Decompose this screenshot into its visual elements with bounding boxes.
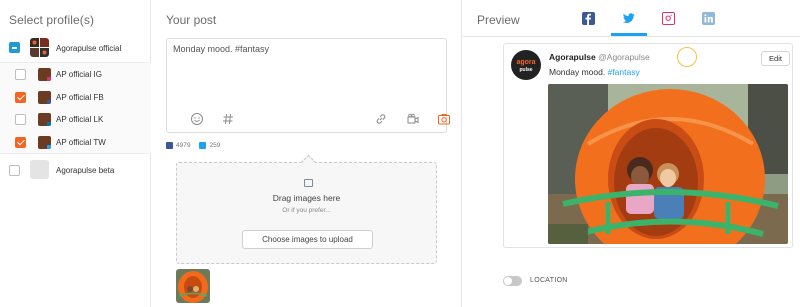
profile-label: AP official TW	[56, 138, 106, 147]
linkedin-icon	[702, 12, 715, 25]
post-header: Your post	[166, 13, 217, 27]
profile-row-tw[interactable]: AP official TW	[0, 132, 151, 154]
uploaded-image-thumbnail[interactable]	[176, 269, 210, 303]
profile-row-ig[interactable]: AP official IG	[0, 64, 151, 86]
profile-group-agorapulse-beta[interactable]: Agorapulse beta	[0, 159, 151, 182]
tweet-text-plain: Monday mood.	[549, 67, 608, 77]
twitter-count: 259	[209, 141, 221, 149]
group-checkbox[interactable]	[9, 165, 20, 176]
group-label: Agorapulse official	[56, 44, 122, 53]
video-icon[interactable]	[406, 112, 420, 126]
avatar-logo-bottom: pulse	[519, 67, 533, 73]
profile-avatar	[38, 113, 51, 126]
camera-icon[interactable]	[437, 112, 451, 126]
tweet-author-name: Agorapulse	[549, 52, 596, 62]
profile-group-agorapulse-official[interactable]: Agorapulse official	[0, 37, 151, 60]
dropzone-title: Drag images here	[272, 193, 341, 203]
composer-toolbar	[167, 106, 450, 132]
cursor-indicator	[677, 47, 697, 67]
edit-button[interactable]: Edit	[761, 51, 790, 66]
profile-checkbox[interactable]	[15, 137, 26, 148]
post-text[interactable]: Monday mood. #fantasy	[173, 44, 269, 54]
post-textarea[interactable]: Monday mood. #fantasy	[166, 38, 450, 133]
tab-instagram[interactable]	[649, 6, 689, 36]
instagram-icon	[47, 77, 51, 81]
tweet-author-handle: @Agorapulse	[598, 52, 650, 62]
facebook-icon	[166, 141, 173, 149]
profiles-panel: Select profile(s) Agorapulse official AP…	[0, 0, 151, 307]
image-dropzone[interactable]: Drag images here Or if you prefer... Cho…	[176, 162, 437, 264]
group-avatar	[30, 38, 49, 57]
hashtag-icon[interactable]	[221, 112, 235, 126]
twitter-icon	[199, 141, 207, 149]
character-counts: 4979 259	[166, 139, 229, 151]
preview-tabs-divider	[463, 36, 800, 37]
tweet-author: Agorapulse @Agorapulse	[549, 52, 650, 62]
profile-row-fb[interactable]: AP official FB	[0, 87, 151, 109]
twitter-icon	[622, 12, 635, 25]
profile-avatar	[38, 91, 51, 104]
facebook-icon	[47, 100, 51, 104]
facebook-count: 4979	[176, 141, 191, 149]
tweet-preview-card: agora pulse Agorapulse @Agorapulse Monda…	[503, 43, 793, 248]
linkedin-icon	[47, 122, 51, 126]
profile-checkbox[interactable]	[15, 69, 26, 80]
emoji-icon[interactable]	[190, 112, 204, 126]
profile-label: AP official FB	[56, 93, 104, 102]
profile-label: AP official IG	[56, 70, 102, 79]
tweet-hashtag[interactable]: #fantasy	[608, 67, 640, 77]
preview-header: Preview	[477, 13, 520, 27]
avatar: agora pulse	[511, 50, 541, 80]
facebook-icon	[582, 12, 595, 25]
location-label: LOCATION	[530, 277, 568, 284]
profiles-header: Select profile(s)	[9, 13, 95, 27]
dropzone-subtitle: Or if you prefer...	[282, 207, 331, 214]
link-icon[interactable]	[374, 112, 388, 126]
profile-avatar	[38, 136, 51, 149]
group-checkbox[interactable]	[9, 42, 20, 53]
twitter-icon	[47, 145, 51, 149]
location-toggle[interactable]	[503, 276, 522, 286]
tab-twitter[interactable]	[609, 6, 649, 36]
choose-images-button[interactable]: Choose images to upload	[242, 230, 373, 249]
profile-avatar	[38, 68, 51, 81]
tab-facebook[interactable]	[569, 6, 609, 36]
preview-panel: Preview agora pulse Agorapulse @Agorapul…	[463, 0, 800, 307]
group-label: Agorapulse beta	[56, 166, 115, 175]
tab-linkedin[interactable]	[689, 6, 729, 36]
profile-checkbox[interactable]	[15, 92, 26, 103]
avatar-logo-top: agora	[516, 59, 536, 66]
tweet-text: Monday mood. #fantasy	[549, 67, 640, 77]
instagram-icon	[662, 12, 675, 25]
post-panel: Your post Monday mood. #fantasy 4979 259	[152, 0, 462, 307]
group-avatar	[30, 160, 49, 179]
profile-checkbox[interactable]	[15, 114, 26, 125]
tweet-image	[548, 84, 788, 244]
profile-row-lk[interactable]: AP official LK	[0, 109, 151, 131]
profile-label: AP official LK	[56, 115, 104, 124]
image-icon	[304, 179, 313, 187]
